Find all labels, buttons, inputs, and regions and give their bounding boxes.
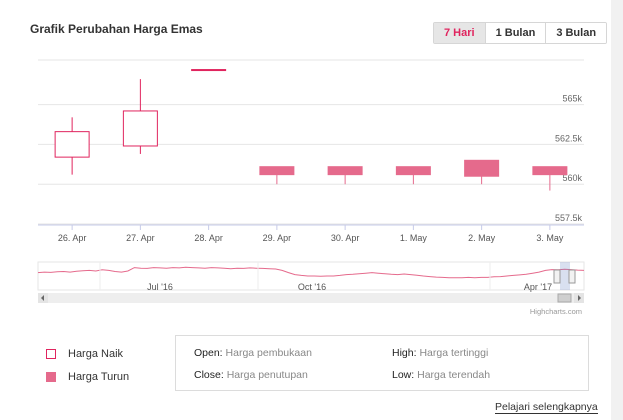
info-open-value: Harga pembukaan	[225, 347, 312, 359]
navigator-handle-left-icon	[553, 269, 561, 284]
y-tick-label: 565k	[562, 94, 582, 104]
info-low: Low: Harga terendah	[392, 369, 490, 381]
x-tick-label: 26. Apr	[58, 233, 87, 243]
legend-item-up: Harga Naik	[46, 344, 129, 364]
range-button-7-days[interactable]: 7 Hari	[434, 23, 485, 43]
info-high-key: High:	[392, 347, 417, 359]
scrollbar-track	[38, 293, 584, 303]
info-open-key: Open:	[194, 347, 223, 359]
legend-label-up: Harga Naik	[68, 348, 124, 360]
info-open: Open: Harga pembukaan	[194, 347, 312, 359]
candle-body	[395, 166, 431, 176]
y-tick-label: 562.5k	[555, 133, 583, 143]
info-low-value: Harga terendah	[417, 369, 491, 381]
info-close-value: Harga penutupan	[226, 369, 308, 381]
candle-body	[191, 69, 227, 72]
x-tick-label: 1. May	[400, 233, 428, 243]
navigator-label: Jul '16	[147, 282, 173, 292]
gold-price-card: Grafik Perubahan Harga Emas 7 Hari 1 Bul…	[0, 0, 611, 420]
info-high-value: Harga tertinggi	[419, 347, 489, 359]
y-tick-label: 557.5k	[555, 213, 583, 223]
candle-body	[122, 110, 158, 147]
x-tick-label: 30. Apr	[331, 233, 360, 243]
info-high: High: Harga tertinggi	[392, 347, 488, 359]
range-button-3-months[interactable]: 3 Bulan	[545, 23, 607, 43]
candle-body	[327, 166, 363, 176]
x-tick-label: 28. Apr	[194, 233, 223, 243]
navigator-label: Apr '17	[524, 282, 552, 292]
navigator-handle-right-icon	[568, 269, 576, 284]
candle-body	[464, 159, 500, 177]
up-swatch-icon	[46, 349, 56, 359]
x-tick-label: 3. May	[536, 233, 564, 243]
info-close-key: Close:	[194, 369, 224, 381]
scrollbar-thumb	[557, 293, 572, 303]
down-swatch-icon	[46, 372, 56, 382]
x-tick-label: 2. May	[468, 233, 496, 243]
candle-body	[54, 131, 90, 158]
candlestick-chart: 557.5k560k562.5k565k26. Apr 27. Apr 28. Ap…	[37, 59, 585, 316]
legend-item-down: Harga Turun	[46, 367, 129, 387]
navigator-label: Oct '16	[298, 282, 326, 292]
learn-more-link[interactable]: Pelajari selengkapnya	[495, 401, 598, 414]
x-tick-label: 29. Apr	[263, 233, 292, 243]
chart-title: Grafik Perubahan Harga Emas	[30, 22, 203, 36]
candle-body	[532, 166, 568, 176]
legend: Harga Naik Harga Turun	[46, 344, 129, 390]
legend-label-down: Harga Turun	[68, 371, 130, 383]
range-selector: 7 Hari 1 Bulan 3 Bulan	[433, 22, 608, 44]
range-button-1-month[interactable]: 1 Bulan	[484, 23, 546, 43]
ohlc-info-box: Open: Harga pembukaan Close: Harga penut…	[175, 335, 589, 391]
info-low-key: Low:	[392, 369, 415, 381]
x-tick-label: 27. Apr	[126, 233, 155, 243]
info-close: Close: Harga penutupan	[194, 369, 308, 381]
highcharts-credit: Highcharts.com	[530, 307, 582, 316]
candle-body	[259, 166, 295, 176]
